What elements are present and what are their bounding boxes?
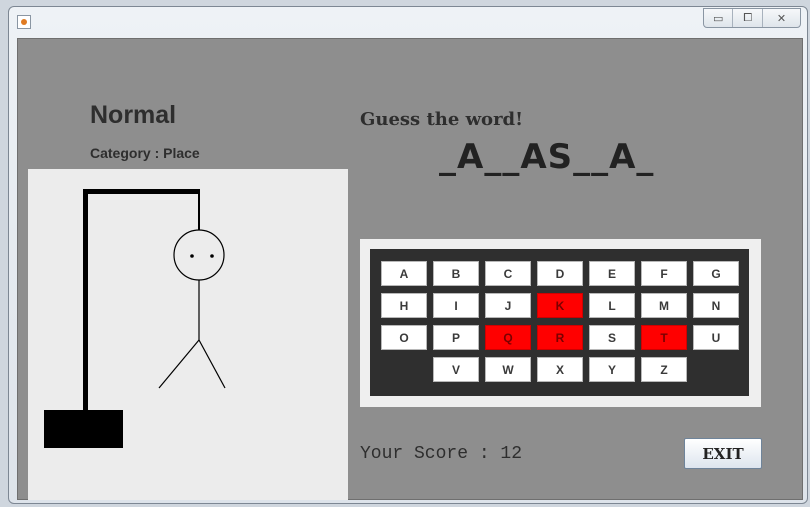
key-k[interactable]: K (537, 293, 583, 318)
masked-word: _A__AS__A_ (439, 137, 655, 177)
key-c[interactable]: C (485, 261, 531, 286)
key-q[interactable]: Q (485, 325, 531, 350)
key-u[interactable]: U (693, 325, 739, 350)
key-r[interactable]: R (537, 325, 583, 350)
letter-keyboard: ABCDEFG HIJKLMN OPQRSTU VWXYZ (370, 249, 749, 396)
exit-button[interactable]: EXIT (684, 438, 762, 469)
key-h[interactable]: H (381, 293, 427, 318)
key-s[interactable]: S (589, 325, 635, 350)
key-p[interactable]: P (433, 325, 479, 350)
key-l[interactable]: L (589, 293, 635, 318)
key-d[interactable]: D (537, 261, 583, 286)
key-b[interactable]: B (433, 261, 479, 286)
hangman-drawing-panel (28, 169, 348, 500)
hangman-left-eye (190, 254, 194, 258)
category-label: Category : Place (90, 145, 200, 161)
maximize-button[interactable]: ⧠ (733, 9, 763, 27)
key-x[interactable]: X (537, 357, 583, 382)
gallows-beam (83, 189, 200, 194)
score-label: Your Score : 12 (360, 444, 523, 464)
minimize-button[interactable]: ▭ (704, 9, 734, 27)
key-z[interactable]: Z (641, 357, 687, 382)
key-f[interactable]: F (641, 261, 687, 286)
hangman-right-leg (198, 339, 226, 389)
key-t[interactable]: T (641, 325, 687, 350)
title-bar[interactable]: ▭ ⧠ ✕ (9, 7, 807, 37)
game-panel: Normal Category : Place Guess the word! … (17, 38, 803, 500)
close-button[interactable]: ✕ (763, 9, 800, 27)
key-v[interactable]: V (433, 357, 479, 382)
key-a[interactable]: A (381, 261, 427, 286)
key-m[interactable]: M (641, 293, 687, 318)
game-window: ▭ ⧠ ✕ Normal Category : Place Guess the … (8, 6, 808, 504)
key-i[interactable]: I (433, 293, 479, 318)
key-w[interactable]: W (485, 357, 531, 382)
key-e[interactable]: E (589, 261, 635, 286)
hangman-left-leg (158, 339, 200, 389)
key-o[interactable]: O (381, 325, 427, 350)
key-y[interactable]: Y (589, 357, 635, 382)
difficulty-label: Normal (90, 101, 177, 129)
hangman-drawing (44, 189, 226, 448)
window-controls: ▭ ⧠ ✕ (703, 8, 801, 28)
gallows-base (44, 410, 123, 448)
hangman-right-eye (210, 254, 214, 258)
key-j[interactable]: J (485, 293, 531, 318)
guess-prompt: Guess the word! (360, 109, 524, 130)
keyboard-frame: ABCDEFG HIJKLMN OPQRSTU VWXYZ (360, 239, 761, 407)
key-n[interactable]: N (693, 293, 739, 318)
gallows-post (83, 189, 88, 410)
java-icon (17, 15, 31, 29)
key-g[interactable]: G (693, 261, 739, 286)
hangman-head (173, 229, 225, 281)
